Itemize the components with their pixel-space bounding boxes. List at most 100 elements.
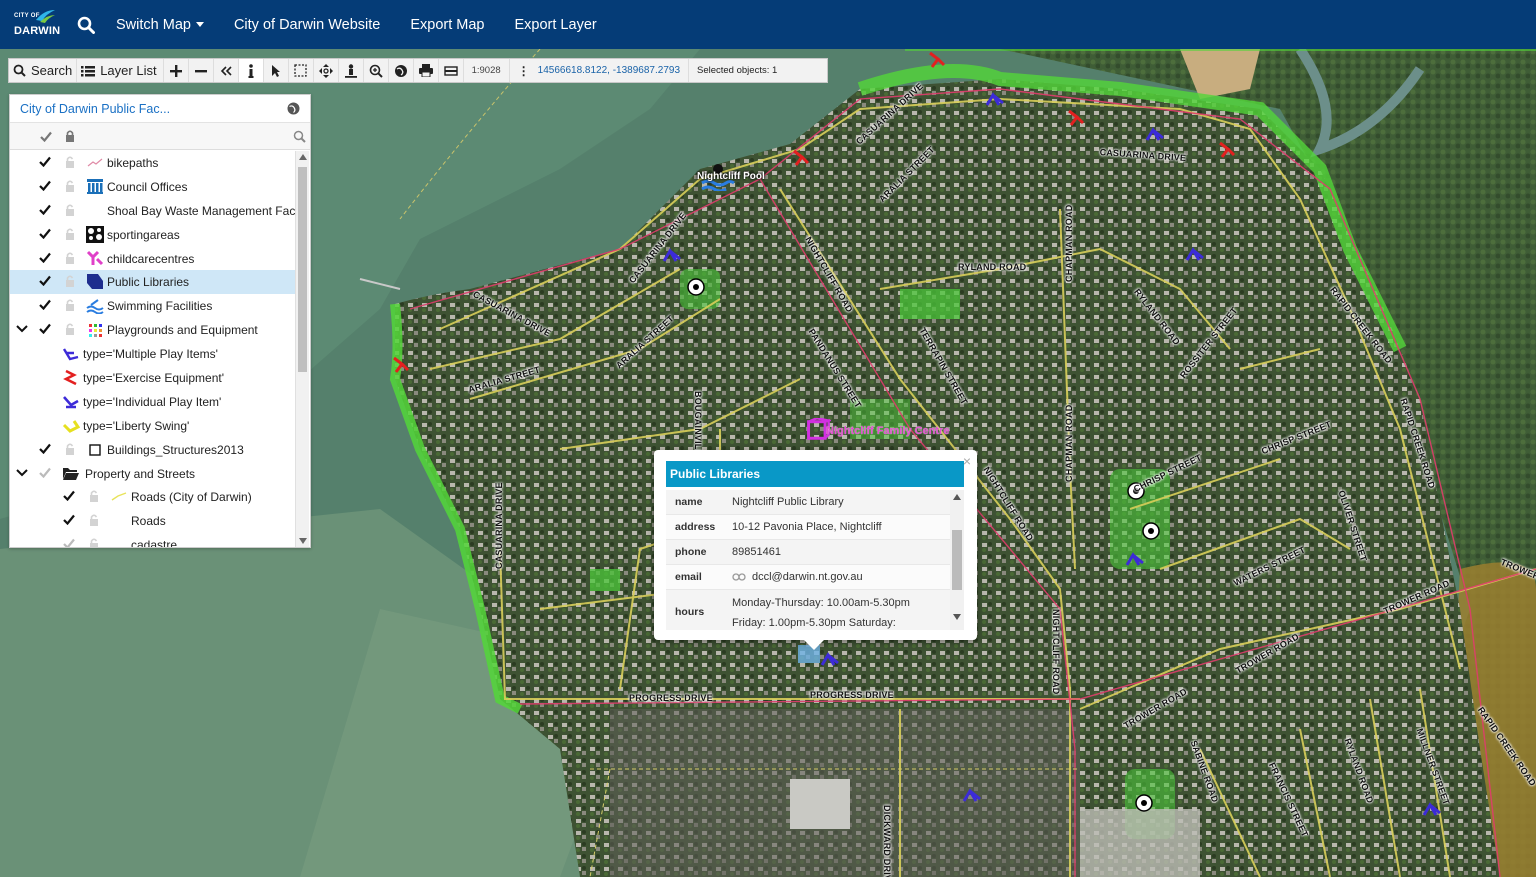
scrollbar-thumb[interactable]	[298, 167, 307, 372]
checkbox-checked-icon[interactable]	[39, 204, 51, 215]
exercise-equipment-marker-icon[interactable]	[1216, 139, 1238, 159]
sporting-area-marker-icon[interactable]	[1140, 521, 1162, 541]
playground-marker-icon[interactable]	[1145, 124, 1167, 144]
layer-row-public-libraries[interactable]: Public Libraries	[10, 270, 296, 295]
lock-open-icon[interactable]	[65, 180, 75, 192]
checkbox-checked-icon[interactable]	[39, 156, 51, 167]
lock-open-icon[interactable]	[65, 299, 75, 312]
layer-row-roads-city[interactable]: Roads (City of Darwin)	[10, 485, 296, 509]
lock-open-icon[interactable]	[65, 204, 75, 216]
lock-open-icon[interactable]	[65, 323, 75, 336]
layer-row-sportingareas[interactable]: sportingareas	[10, 223, 296, 247]
sporting-area-marker-icon[interactable]	[1133, 793, 1155, 813]
lock-open-icon[interactable]	[89, 514, 99, 527]
vertical-dots-icon[interactable]: ⋮	[518, 64, 530, 78]
lock-open-icon[interactable]	[65, 156, 75, 168]
toolbar-search-button[interactable]: Search	[9, 59, 78, 82]
print-button[interactable]	[414, 59, 439, 82]
scroll-up-icon[interactable]	[953, 494, 961, 500]
measure-button[interactable]	[439, 59, 464, 82]
checkbox-checked-icon[interactable]	[39, 228, 51, 239]
checkbox-checked-icon[interactable]	[39, 323, 51, 335]
layer-list-scrollbar[interactable]	[295, 151, 309, 547]
email-link[interactable]: dccl@darwin.nt.gov.au	[752, 571, 863, 583]
checkbox-checked-icon[interactable]	[39, 252, 51, 263]
zoom-tool-button[interactable]	[364, 59, 389, 82]
chevron-down-icon[interactable]	[16, 468, 28, 478]
lock-open-icon[interactable]	[65, 252, 75, 264]
scrollbar-thumb[interactable]	[952, 530, 962, 590]
checkbox-checked-icon[interactable]	[39, 443, 51, 454]
scroll-down-icon[interactable]	[299, 538, 307, 544]
layer-row-playgrounds[interactable]: Playgrounds and Equipment	[10, 318, 296, 342]
popup-scrollbar[interactable]	[950, 490, 964, 630]
lock-open-icon[interactable]	[89, 490, 99, 503]
identify-button[interactable]	[238, 59, 264, 82]
exercise-equipment-marker-icon[interactable]	[1065, 107, 1087, 127]
sporting-area-marker-icon[interactable]	[685, 277, 707, 297]
group-row-property-streets[interactable]: Property and Streets	[10, 462, 296, 486]
zoom-to-layer-icon[interactable]	[293, 130, 306, 143]
select-pointer-button[interactable]	[264, 59, 289, 82]
full-extent-button[interactable]	[389, 59, 414, 82]
map-toolbar: Search Layer List 1:9028 ⋮ 14566618.8122,…	[8, 58, 828, 83]
lock-open-icon[interactable]	[65, 228, 75, 240]
playground-marker-icon[interactable]	[820, 649, 842, 669]
export-layer-link[interactable]: Export Layer	[515, 17, 597, 33]
zoom-in-button[interactable]	[164, 59, 189, 82]
playground-marker-icon[interactable]	[1125, 549, 1147, 569]
layer-row-buildings[interactable]: Buildings_Structures2013	[10, 438, 296, 462]
folder-open-icon	[63, 467, 79, 480]
attribute-value: 89851461	[732, 546, 781, 558]
previous-extent-button[interactable]	[214, 59, 239, 82]
scroll-up-icon[interactable]	[299, 154, 307, 160]
layer-panel-title[interactable]: City of Darwin Public Fac...	[20, 102, 287, 116]
playground-marker-icon[interactable]	[1185, 244, 1207, 264]
switch-map-dropdown[interactable]: Switch Map	[116, 17, 204, 33]
zoom-out-button[interactable]	[189, 59, 214, 82]
checkbox-checked-icon[interactable]	[63, 490, 75, 502]
link-icon[interactable]	[732, 573, 746, 581]
exercise-equipment-marker-icon[interactable]	[790, 147, 812, 167]
pan-button[interactable]	[314, 59, 339, 82]
lock-open-icon[interactable]	[65, 275, 75, 288]
popup-attribute-table: name Nightcliff Public Library address 1…	[666, 490, 964, 630]
lock-all-icon[interactable]	[65, 130, 75, 142]
checkbox-partial-icon[interactable]	[63, 538, 75, 547]
layer-row-bikepaths[interactable]: bikepaths	[10, 151, 296, 175]
lock-open-icon[interactable]	[89, 538, 99, 547]
playground-marker-icon[interactable]	[662, 245, 684, 265]
export-map-link[interactable]: Export Map	[410, 17, 484, 33]
close-icon[interactable]: ×	[963, 453, 971, 469]
checkbox-partial-icon[interactable]	[39, 467, 51, 478]
box-select-button[interactable]	[289, 59, 314, 82]
checkbox-checked-icon[interactable]	[63, 514, 75, 526]
playground-marker-icon[interactable]	[985, 89, 1007, 109]
switch-map-label: Switch Map	[116, 16, 191, 33]
layer-row-shoal-bay[interactable]: Shoal Bay Waste Management Fac	[10, 199, 296, 223]
layer-list-button[interactable]: Layer List	[77, 59, 164, 82]
layer-row-roads[interactable]: Roads	[10, 509, 296, 533]
layer-row-childcarecentres[interactable]: childcarecentres	[10, 247, 296, 271]
layer-row-council-offices[interactable]: Council Offices	[10, 175, 296, 199]
checkbox-checked-icon[interactable]	[39, 180, 51, 191]
pointer-icon	[271, 64, 280, 77]
exercise-equipment-marker-icon[interactable]	[926, 49, 948, 69]
chevron-down-icon[interactable]	[16, 324, 28, 334]
search-icon[interactable]	[72, 0, 100, 49]
playground-marker-icon[interactable]	[962, 785, 984, 805]
city-of-darwin-logo[interactable]: CITY OF DARWIN	[10, 0, 70, 49]
layer-row-cadastre[interactable]: cadastre	[10, 533, 296, 547]
layer-row-swimming-facilities[interactable]: Swimming Facilities	[10, 294, 296, 318]
checkbox-checked-icon[interactable]	[39, 299, 51, 311]
check-all-icon[interactable]	[40, 131, 52, 142]
checkbox-checked-icon[interactable]	[39, 275, 51, 287]
attribute-row-email: email dccl@darwin.nt.gov.au	[666, 565, 964, 590]
street-view-button[interactable]	[339, 59, 364, 82]
layer-label: Swimming Facilities	[107, 299, 213, 314]
globe-icon[interactable]	[287, 102, 300, 115]
city-website-link[interactable]: City of Darwin Website	[234, 17, 380, 33]
exercise-equipment-marker-icon[interactable]	[390, 354, 412, 374]
scroll-down-icon[interactable]	[953, 614, 961, 620]
lock-open-icon[interactable]	[65, 443, 75, 455]
